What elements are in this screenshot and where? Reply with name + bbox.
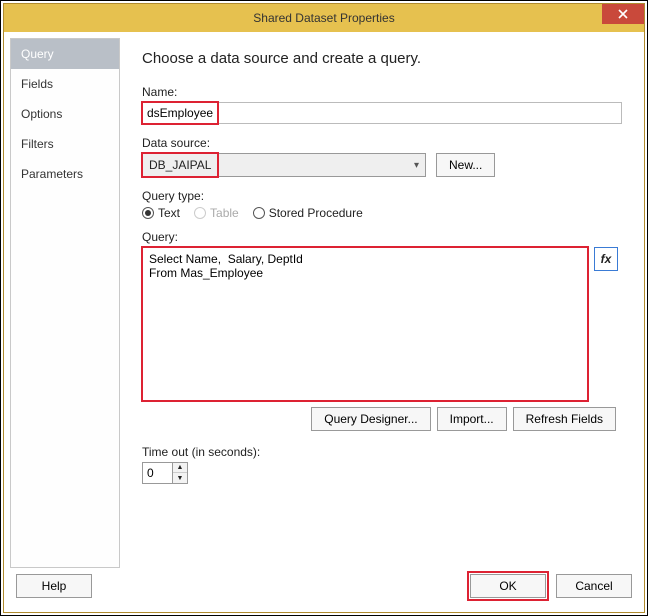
sidebar-item-parameters[interactable]: Parameters	[11, 159, 119, 189]
name-input[interactable]	[142, 102, 622, 124]
sidebar-item-fields[interactable]: Fields	[11, 69, 119, 99]
radio-label: Table	[210, 206, 239, 220]
footer: Help OK Cancel	[4, 568, 644, 612]
radio-dot-icon	[253, 207, 265, 219]
import-button[interactable]: Import...	[437, 407, 507, 431]
radio-dot-icon	[194, 207, 206, 219]
querytype-label: Query type:	[142, 189, 628, 203]
datasource-dropdown[interactable]: DB_JAIPAL ▾	[142, 153, 426, 177]
radio-text[interactable]: Text	[142, 206, 180, 220]
radio-label: Text	[158, 206, 180, 220]
fx-icon: fx	[601, 252, 612, 266]
query-textarea[interactable]	[142, 247, 588, 401]
radio-stored-procedure[interactable]: Stored Procedure	[253, 206, 363, 220]
timeout-input[interactable]	[142, 462, 172, 484]
query-designer-button[interactable]: Query Designer...	[311, 407, 430, 431]
sidebar: Query Fields Options Filters Parameters	[10, 38, 120, 568]
sidebar-item-label: Parameters	[21, 167, 83, 181]
main-panel: Choose a data source and create a query.…	[120, 38, 638, 568]
cancel-button[interactable]: Cancel	[556, 574, 632, 598]
sidebar-item-filters[interactable]: Filters	[11, 129, 119, 159]
sidebar-item-label: Options	[21, 107, 62, 121]
radio-table: Table	[194, 206, 239, 220]
sidebar-item-label: Fields	[21, 77, 53, 91]
name-label: Name:	[142, 85, 628, 99]
close-icon	[618, 9, 628, 19]
refresh-fields-button[interactable]: Refresh Fields	[513, 407, 616, 431]
radio-dot-icon	[142, 207, 154, 219]
close-button[interactable]	[602, 4, 644, 24]
page-heading: Choose a data source and create a query.	[142, 50, 628, 67]
sidebar-item-options[interactable]: Options	[11, 99, 119, 129]
chevron-down-icon: ▾	[414, 160, 419, 171]
dialog-window: Shared Dataset Properties Query Fields O…	[3, 3, 645, 613]
window-title: Shared Dataset Properties	[4, 11, 644, 25]
spinner-up-icon[interactable]: ▲	[173, 463, 187, 473]
datasource-label: Data source:	[142, 136, 628, 150]
sidebar-item-label: Query	[21, 47, 54, 61]
new-datasource-button[interactable]: New...	[436, 153, 495, 177]
datasource-value: DB_JAIPAL	[149, 158, 211, 172]
sidebar-item-label: Filters	[21, 137, 54, 151]
ok-button[interactable]: OK	[470, 574, 546, 598]
spinner-down-icon[interactable]: ▼	[173, 473, 187, 483]
timeout-spinner[interactable]: ▲ ▼	[142, 462, 188, 484]
sidebar-item-query[interactable]: Query	[11, 39, 119, 69]
query-label: Query:	[142, 230, 628, 244]
help-button[interactable]: Help	[16, 574, 92, 598]
expression-button[interactable]: fx	[594, 247, 618, 271]
radio-label: Stored Procedure	[269, 206, 363, 220]
titlebar: Shared Dataset Properties	[4, 4, 644, 32]
timeout-label: Time out (in seconds):	[142, 445, 628, 459]
